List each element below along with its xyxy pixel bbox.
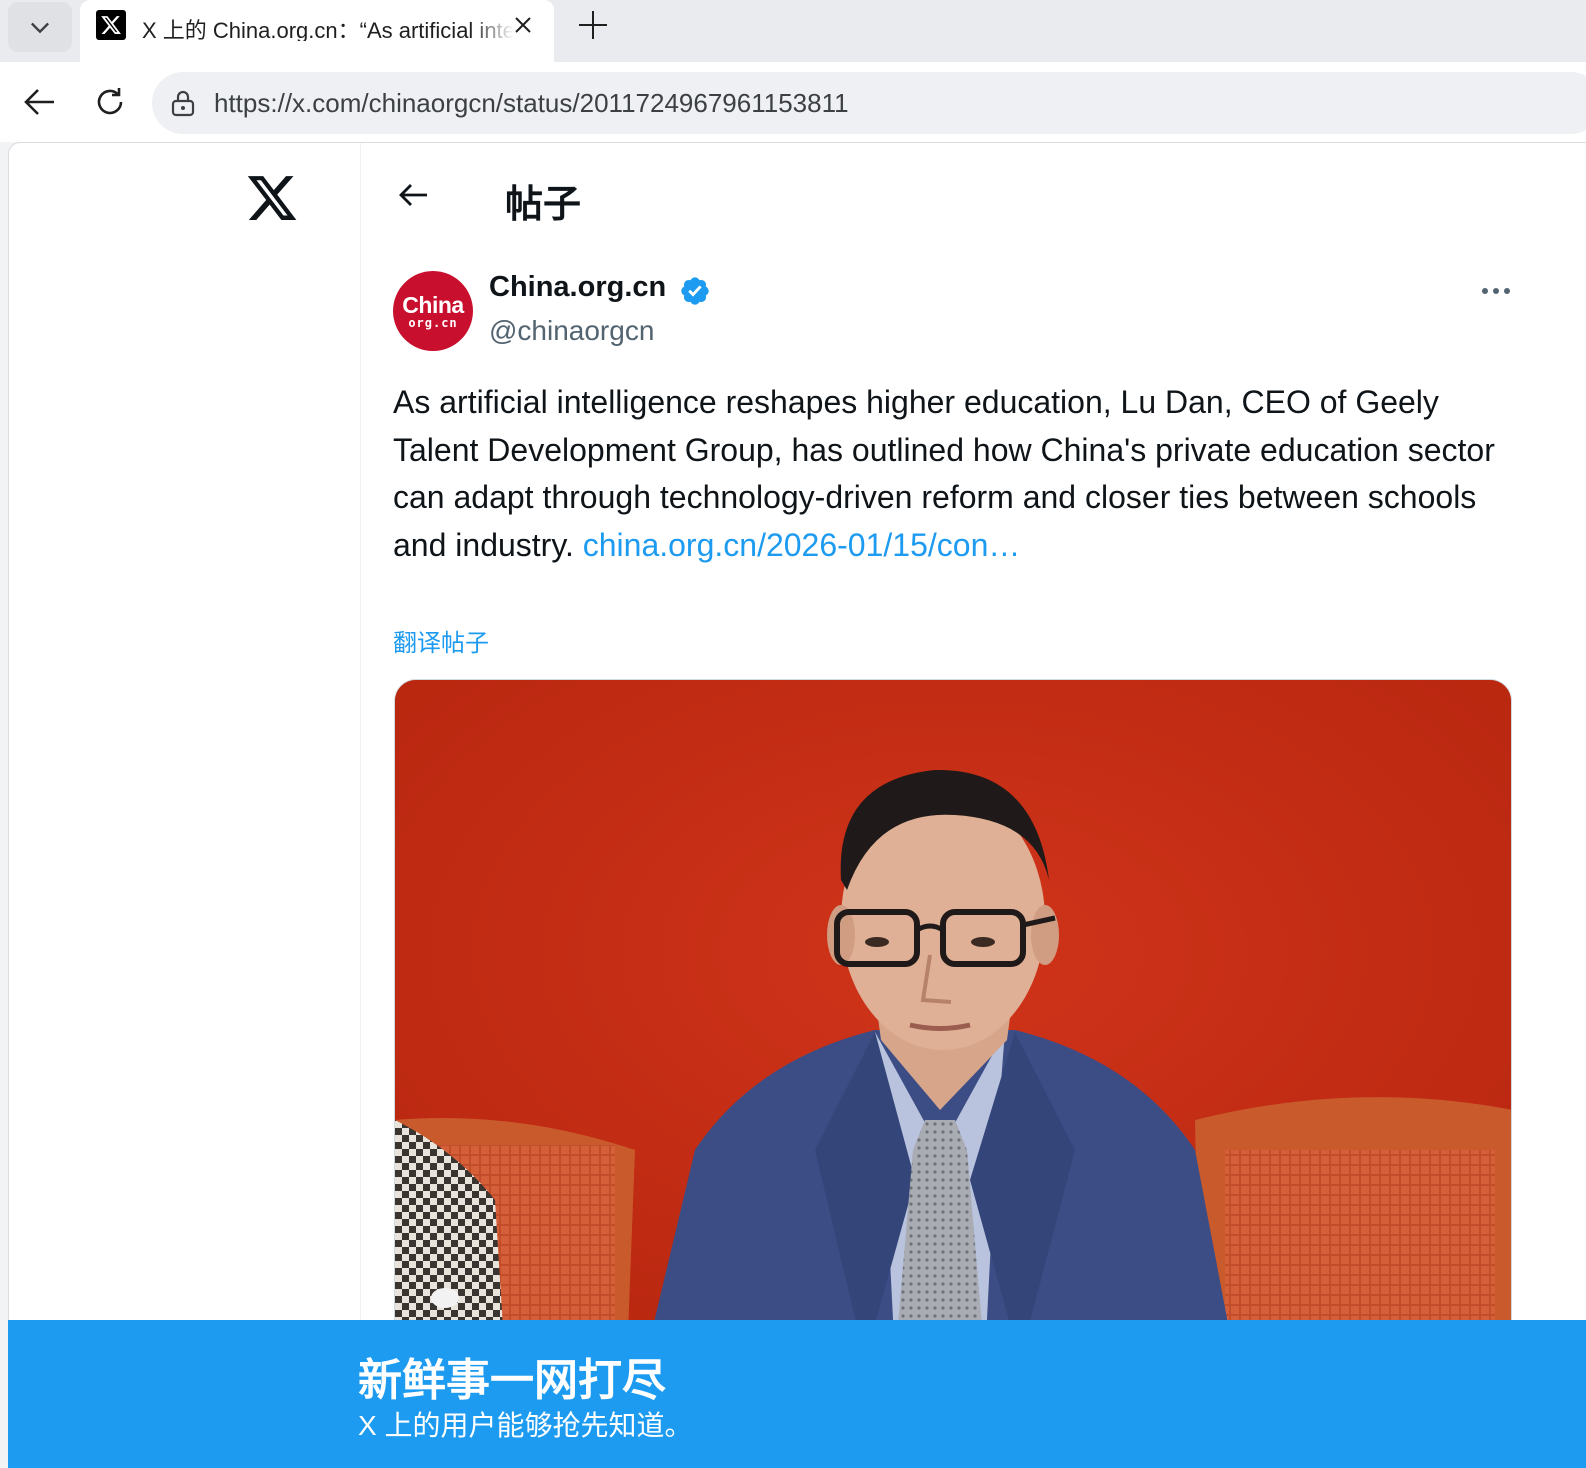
arrow-left-icon — [24, 89, 54, 115]
reload-button[interactable] — [90, 82, 130, 122]
author-handle[interactable]: @chinaorgcn — [489, 315, 654, 347]
left-sidebar — [9, 143, 361, 1467]
plus-icon — [579, 11, 607, 39]
page-title: 帖子 — [505, 184, 582, 226]
close-icon[interactable] — [508, 10, 538, 40]
page-viewport: 帖子 China org.cn China.org.cn @chinaorgcn… — [8, 142, 1586, 1468]
avatar[interactable]: China org.cn — [393, 271, 473, 351]
browser-tab[interactable]: X 上的 China.org.cn：“As artificial intelli… — [80, 0, 554, 62]
more-horizontal-icon — [1482, 288, 1510, 294]
reload-icon — [97, 88, 123, 115]
banner-subtitle: X 上的用户能够抢先知道。 — [358, 1410, 693, 1441]
verified-badge-icon[interactable] — [679, 275, 711, 307]
new-tab-button[interactable] — [574, 6, 612, 44]
post-text: As artificial intelligence reshapes high… — [393, 379, 1528, 569]
x-logo-icon[interactable] — [245, 171, 299, 225]
back-button[interactable] — [393, 175, 433, 215]
url-text[interactable]: https://x.com/chinaorgcn/status/20117249… — [214, 88, 849, 119]
arrow-left-icon — [399, 184, 427, 206]
browser-tabstrip: X 上的 China.org.cn：“As artificial intelli… — [0, 0, 1586, 62]
main-column: 帖子 China org.cn China.org.cn @chinaorgcn… — [361, 143, 1586, 1467]
post-link[interactable]: china.org.cn/2026-01/15/con… — [583, 527, 1021, 563]
back-button[interactable] — [20, 82, 60, 122]
avatar-logo-text: China — [402, 291, 464, 318]
chevron-down-icon — [31, 22, 49, 34]
author-display-name[interactable]: China.org.cn — [489, 271, 666, 304]
banner-title: 新鲜事一网打尽 — [358, 1356, 666, 1405]
tab-title: X 上的 China.org.cn：“As artificial intelli… — [142, 18, 514, 41]
more-button[interactable] — [1473, 271, 1519, 311]
tab-search-button[interactable] — [8, 2, 72, 52]
avatar-logo-subtext: org.cn — [408, 315, 458, 330]
photo-illustration — [395, 680, 1511, 1358]
browser-toolbar: https://x.com/chinaorgcn/status/20117249… — [0, 62, 1586, 142]
signup-banner: 新鲜事一网打尽 X 上的用户能够抢先知道。 — [8, 1320, 1586, 1468]
address-bar[interactable]: https://x.com/chinaorgcn/status/20117249… — [152, 72, 1586, 134]
x-logo-icon — [96, 10, 126, 40]
post-image[interactable] — [394, 679, 1512, 1359]
lock-icon[interactable] — [168, 88, 198, 118]
translate-post-button[interactable]: 翻译帖子 — [393, 623, 489, 658]
